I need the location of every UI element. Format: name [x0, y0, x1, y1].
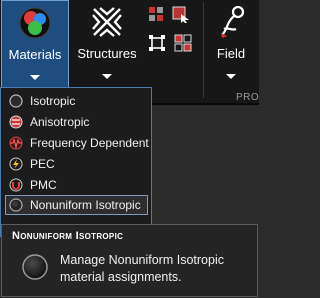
materials-dropdown-menu: Isotropic Anisotropic Frequency Dependen…	[0, 87, 152, 237]
chevron-down-icon	[226, 74, 236, 79]
structures-icon	[92, 7, 122, 37]
structures-label: Structures	[77, 46, 137, 61]
menu-item-label: Nonuniform Isotropic	[30, 198, 141, 212]
pec-icon	[9, 157, 23, 171]
boolean-tool-icon[interactable]	[174, 34, 192, 52]
menu-item-label: Anisotropic	[30, 115, 90, 129]
menu-item-nonuniform-isotropic[interactable]: Nonuniform Isotropic	[5, 195, 148, 215]
field-button[interactable]: Field	[206, 0, 256, 88]
menu-item-label: Frequency Dependent	[30, 136, 149, 150]
select-tool-icon[interactable]	[172, 6, 190, 24]
tooltip: Nonuniform Isotropic Manage Nonuniform I…	[1, 224, 258, 297]
nonuniform-isotropic-icon	[22, 254, 48, 280]
menu-item-label: PMC	[30, 178, 57, 192]
menu-item-frequency-dependent[interactable]: Frequency Dependent	[5, 133, 149, 153]
tooltip-description: Manage Nonuniform Isotropic material ass…	[60, 253, 224, 284]
field-icon	[221, 5, 245, 38]
menu-item-label: Isotropic	[30, 94, 76, 108]
small-tool-cluster	[148, 6, 194, 56]
menu-item-label: PEC	[30, 157, 55, 171]
tooltip-title: Nonuniform Isotropic	[12, 230, 124, 242]
nonuniform-isotropic-icon	[9, 198, 23, 212]
transform-tool-icon[interactable]	[148, 34, 166, 52]
grid-tool-icon[interactable]	[148, 6, 164, 22]
isotropic-icon	[9, 94, 23, 108]
ribbon-separator	[203, 2, 204, 98]
menu-item-pmc[interactable]: PMC	[5, 175, 148, 195]
ribbon-group-label: PRO	[236, 92, 260, 103]
materials-label: Materials	[8, 47, 62, 62]
pmc-icon	[9, 178, 23, 192]
menu-item-pec[interactable]: PEC	[5, 154, 148, 174]
menu-item-isotropic[interactable]: Isotropic	[5, 91, 148, 111]
frequency-dependent-icon	[9, 136, 23, 150]
chevron-down-icon	[30, 75, 40, 80]
chevron-down-icon	[102, 74, 112, 79]
materials-icon	[19, 7, 51, 39]
materials-button[interactable]: Materials	[1, 0, 69, 88]
field-label: Field	[216, 46, 246, 61]
structures-button[interactable]: Structures	[71, 0, 143, 88]
anisotropic-icon	[9, 115, 23, 129]
menu-item-anisotropic[interactable]: Anisotropic	[5, 112, 148, 132]
